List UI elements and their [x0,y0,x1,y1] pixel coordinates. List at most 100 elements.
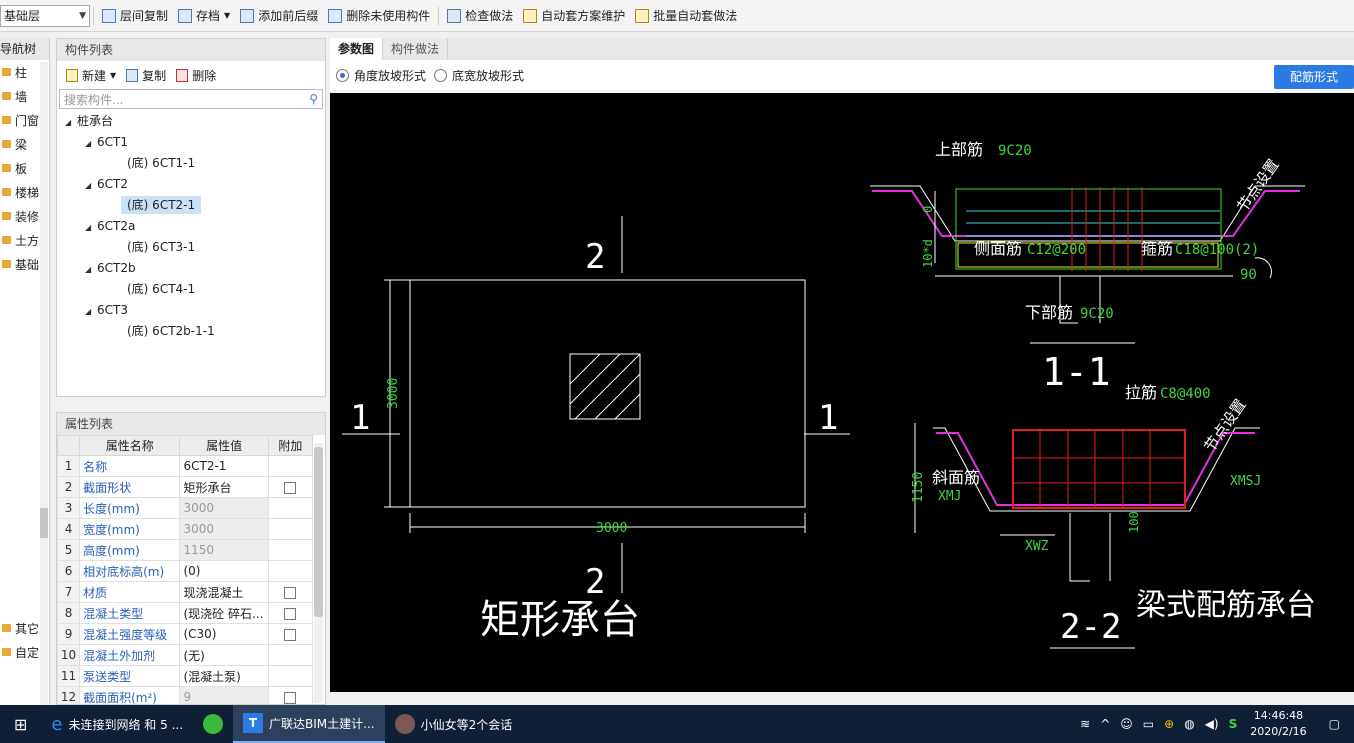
table-row[interactable]: 5 高度(mm) 1150 [57,539,314,561]
copy-between-floors-button[interactable]: 层间复制 [97,4,173,28]
top-bar-label: 上部筋 [935,140,983,159]
cut-label-2-top: 2 [585,237,605,277]
tree-item[interactable]: (底) 6CT2b-1-1 [57,321,325,342]
nav-scrollbar[interactable] [40,62,48,717]
property-value[interactable]: 6CT2-1 [179,455,269,477]
folder-icon [2,140,11,148]
add-checkbox[interactable] [284,691,297,704]
toolbar-divider [438,6,440,25]
tree-group[interactable]: ◢ 6CT2a [57,216,325,237]
extra-cell [267,581,314,603]
batch-auto-method-button[interactable]: 批量自动套做法 [630,4,742,28]
add-checkbox[interactable] [284,607,297,620]
width-slope-radio[interactable] [434,68,448,82]
table-row[interactable]: 4 宽度(mm) 3000 [57,518,314,540]
notification-icon[interactable]: ▢ [1329,717,1340,731]
row-number: 7 [57,581,81,603]
save-archive-button[interactable]: 存档 ▼ [173,4,235,28]
property-value[interactable]: (现浇砼 碎石... [179,602,269,624]
section-1-1-title: 1-1 [1042,350,1111,394]
table-row[interactable]: 9 混凝土强度等级 (C30) [57,623,314,645]
battery-icon[interactable]: ▭ [1143,717,1154,731]
beam-cap-title: 梁式配筋承台 [1136,588,1316,623]
xmsj-label: XMSJ [1230,474,1261,489]
tree-item[interactable]: (底) 6CT4-1 [57,279,325,300]
delete-unused-button[interactable]: 删除未使用构件 [323,4,435,28]
hatch-lines [569,353,641,420]
volume-icon[interactable]: ◀) [1205,717,1219,731]
angle-slope-radio[interactable] [336,68,349,82]
extra-cell [267,644,314,666]
row-number: 12 [57,686,81,704]
tree-item[interactable]: (底) 6CT1-1 [57,153,325,174]
dim-length-text: 3000 [596,521,627,536]
tree-item[interactable]: (底) 6CT3-1 [57,237,325,258]
new-component-button[interactable]: 新建 ▼ [61,63,121,87]
property-header-row: 属性名称 属性值 附加 [57,435,314,456]
table-row[interactable]: 8 混凝土类型 (现浇砼 碎石... [57,602,314,624]
clock[interactable]: 14:46:48 2020/2/16 [1250,708,1306,740]
tree-item-selected[interactable]: (底) 6CT2-1 [57,195,325,216]
tree-group[interactable]: ◢ 6CT2 [57,174,325,195]
property-value[interactable]: (混凝土泵) [179,665,269,687]
extra-cell [267,560,314,582]
property-name: 截面形状 [79,476,181,498]
wifi-icon[interactable]: ≋ [1080,717,1090,731]
folder-icon [2,624,11,632]
table-row[interactable]: 2 截面形状 矩形承台 [57,476,314,498]
property-value[interactable]: (0) [179,560,269,582]
row-number: 1 [57,455,81,477]
people-icon[interactable]: ☺ [1120,717,1133,731]
tab-parameter-diagram[interactable]: 参数图 [330,38,384,60]
task-network[interactable]: e 未连接到网络 和 5 ... [41,705,193,743]
add-checkbox[interactable] [284,586,297,599]
plus-app-icon[interactable]: ⊕ [1164,717,1174,731]
property-value[interactable]: (C30) [179,623,269,645]
table-row[interactable]: 3 长度(mm) 3000 [57,497,314,519]
new-doc-icon [66,68,78,82]
chevron-up-icon[interactable]: ^ [1100,717,1110,731]
add-checkbox[interactable] [284,481,297,494]
rebar-config-button[interactable]: 配筋形式 [1274,65,1354,89]
delete-component-button[interactable]: 删除 [171,63,221,87]
property-name: 材质 [79,581,181,603]
prefix-icon [240,8,255,23]
expand-icon: ◢ [65,118,72,127]
table-row[interactable]: 12 截面面积(m²) 9 [57,686,314,704]
tree-group[interactable]: ◢ 6CT2b [57,258,325,279]
component-search-input[interactable]: 搜索构件... ⚲ [59,89,323,109]
add-checkbox[interactable] [284,628,297,641]
layer-select[interactable]: 基础层 ▼ [0,4,90,27]
globe-icon[interactable]: ◍ [1184,717,1194,731]
tree-group[interactable]: ◢ 6CT3 [57,300,325,321]
task-glodon[interactable]: T 广联达BIM土建计... [233,705,385,743]
table-row[interactable]: 1 名称 6CT2-1 [57,455,314,477]
drawing-canvas: 2 2 1 1 3000 3000 矩形承台 上部筋 9C20 节点设置 侧面筋… [330,93,1354,692]
table-row[interactable]: 6 相对底标高(m) (0) [57,560,314,582]
auto-plan-maintain-button[interactable]: 自动套方案维护 [518,4,630,28]
nav-scroll-thumb[interactable] [40,508,48,538]
add-prefix-suffix-button[interactable]: 添加前后缀 [235,4,323,28]
property-value[interactable]: 现浇混凝土 [179,581,269,603]
copy-component-button[interactable]: 复制 [121,63,171,87]
check-method-button[interactable]: 检查做法 [442,4,518,28]
start-button[interactable]: ⊞ [0,705,41,743]
table-row[interactable]: 11 泵送类型 (混凝土泵) [57,665,314,687]
property-value[interactable]: (无) [179,644,269,666]
task-green-app[interactable] [193,705,233,743]
extra-cell [267,476,314,498]
property-value: 3000 [179,518,269,540]
tree-root[interactable]: ◢ 桩承台 [57,111,325,132]
side-bar-label: 侧面筋 [974,239,1022,258]
property-value: 1150 [179,539,269,561]
row-number: 11 [57,665,81,687]
task-chat[interactable]: 小仙女等2个会话 [385,705,523,743]
s-app-icon[interactable]: S [1229,717,1238,731]
tree-group[interactable]: ◢ 6CT1 [57,132,325,153]
property-value[interactable]: 矩形承台 [179,476,269,498]
table-row[interactable]: 10 混凝土外加剂 (无) [57,644,314,666]
table-row[interactable]: 7 材质 现浇混凝土 [57,581,314,603]
nav-tree-panel: 导航树 柱 墙 门窗 梁 板 楼梯 装修 土方 基础 其它 自定 [0,38,50,717]
tab-component-method[interactable]: 构件做法 [383,38,449,60]
property-scroll-thumb[interactable] [314,447,323,617]
